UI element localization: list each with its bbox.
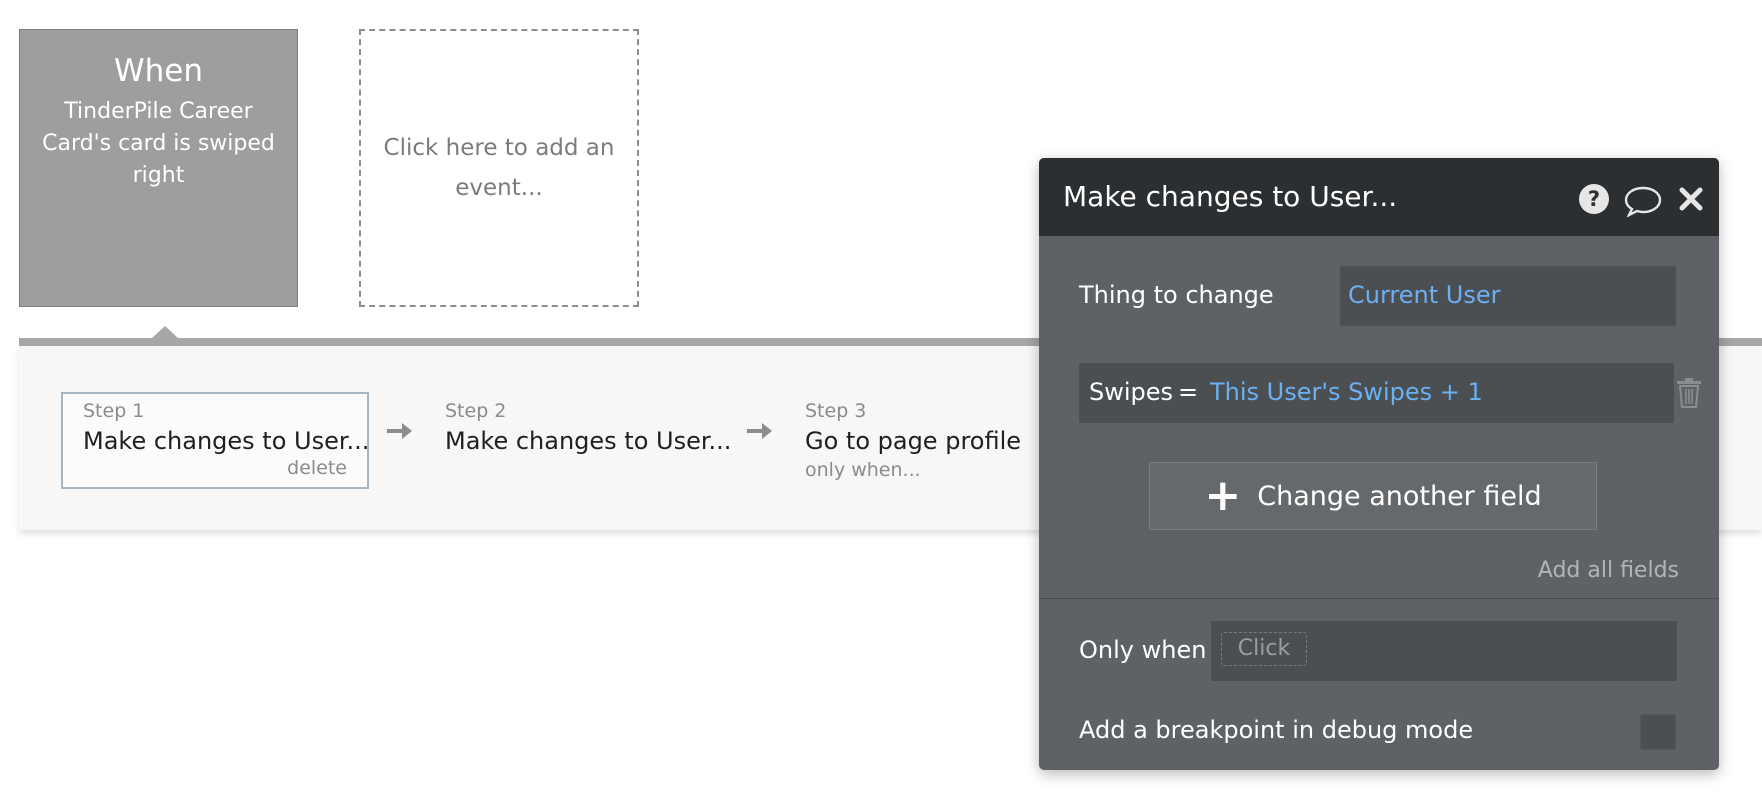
arrow-right-icon: [747, 423, 772, 439]
breakpoint-checkbox[interactable]: [1640, 714, 1676, 750]
step-2[interactable]: Step 2 Make changes to User...: [423, 392, 731, 489]
step-number: Step 3: [805, 400, 867, 422]
panel-divider: [1039, 598, 1719, 599]
add-all-fields-link[interactable]: Add all fields: [1538, 558, 1679, 583]
add-event-button[interactable]: Click here to add an event...: [359, 29, 639, 307]
action-property-editor: Make changes to User... ? Thing to chang…: [1039, 158, 1719, 770]
close-icon[interactable]: [1678, 186, 1704, 212]
help-icon[interactable]: ?: [1578, 183, 1610, 215]
event-trigger-card[interactable]: When TinderPile Career Card's card is sw…: [19, 29, 298, 307]
only-when-label: Only when: [1079, 636, 1207, 664]
only-when-field[interactable]: Click: [1211, 621, 1677, 681]
add-event-label: Click here to add an event...: [383, 135, 615, 201]
svg-text:?: ?: [1588, 187, 1600, 211]
step-condition-link[interactable]: only when...: [805, 458, 1069, 482]
event-when-label: When: [113, 53, 204, 89]
change-another-field-label: Change another field: [1257, 480, 1542, 512]
panel-header: Make changes to User... ?: [1039, 158, 1719, 236]
breakpoint-label: Add a breakpoint in debug mode: [1079, 716, 1474, 744]
step-title: Make changes to User...: [83, 427, 370, 455]
thing-to-change-value: Current User: [1348, 281, 1501, 309]
plus-icon: +: [1204, 470, 1242, 521]
change-another-field-button[interactable]: + Change another field: [1149, 462, 1597, 530]
comment-icon[interactable]: [1624, 185, 1662, 217]
field-expression[interactable]: This User's Swipes + 1: [1210, 378, 1483, 406]
trash-icon[interactable]: [1676, 378, 1702, 408]
thing-to-change-label: Thing to change: [1079, 281, 1274, 309]
step-1[interactable]: Step 1 Make changes to User... delete: [61, 392, 369, 489]
step-title: Go to page profile: [805, 427, 1022, 455]
selected-event-indicator: [152, 326, 178, 338]
field-name: Swipes: [1089, 378, 1174, 406]
event-description: TinderPile Career Card's card is swiped …: [42, 99, 275, 188]
step-number: Step 1: [83, 400, 145, 422]
thing-to-change-field[interactable]: Current User: [1340, 266, 1676, 326]
step-title: Make changes to User...: [445, 427, 732, 455]
only-when-placeholder[interactable]: Click: [1221, 632, 1307, 666]
field-change-row[interactable]: Swipes = This User's Swipes + 1: [1079, 363, 1674, 423]
step-delete-link[interactable]: delete: [287, 457, 347, 479]
arrow-right-icon: [387, 423, 412, 439]
panel-title: Make changes to User...: [1063, 180, 1398, 213]
field-operator: =: [1178, 378, 1199, 406]
step-number: Step 2: [445, 400, 507, 422]
